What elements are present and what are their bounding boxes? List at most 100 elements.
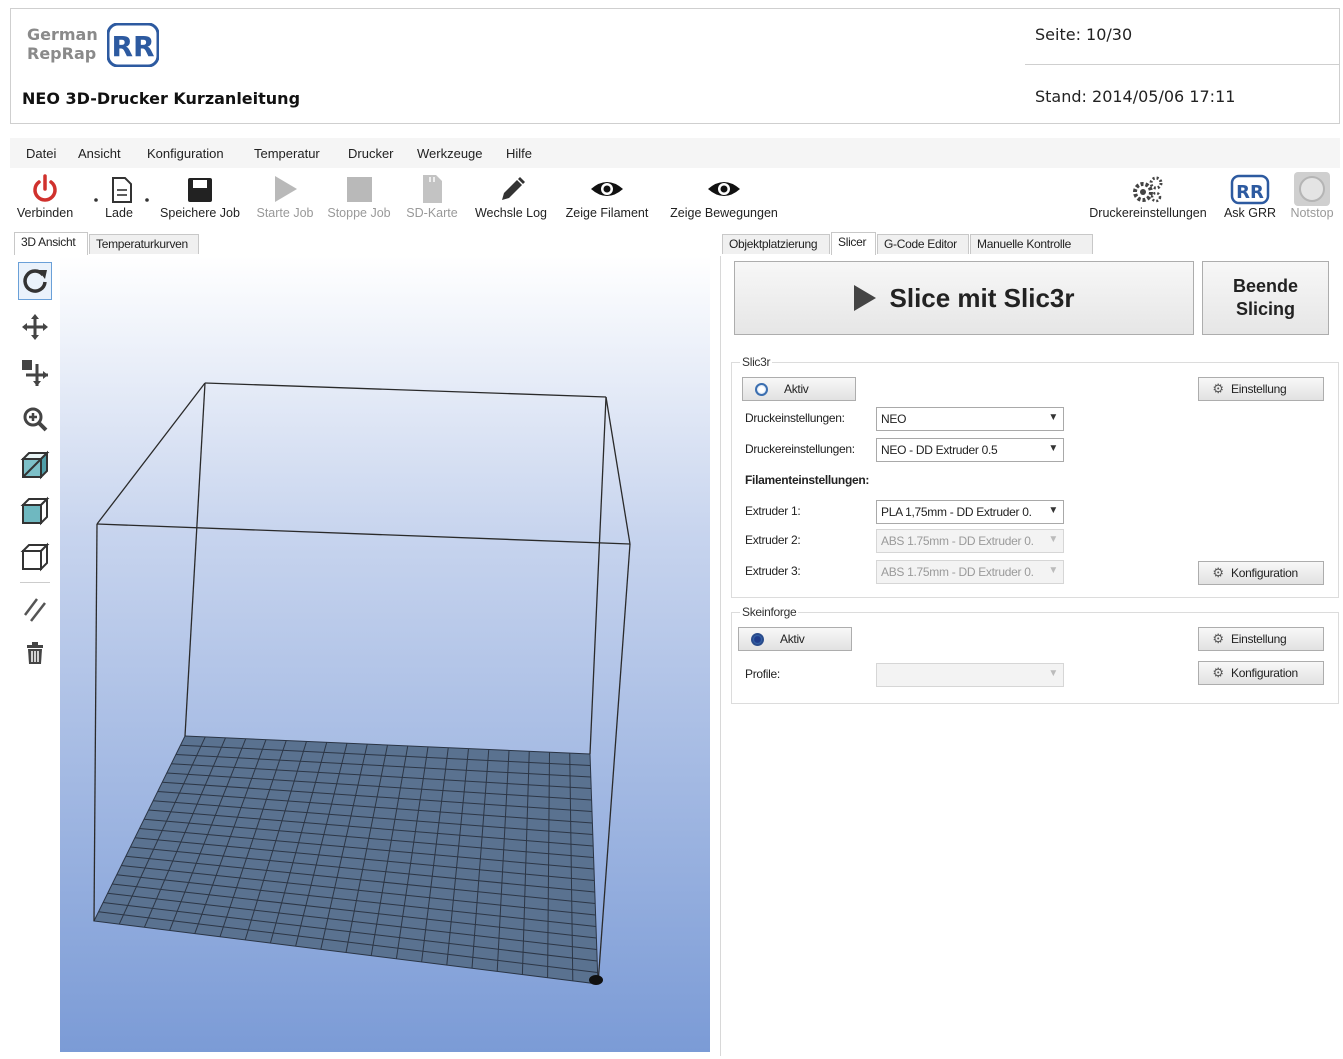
eye-icon: [708, 182, 740, 196]
load-button[interactable]: Lade: [84, 172, 154, 230]
svg-text:RR: RR: [1236, 182, 1264, 203]
show-moves-label: Zeige Bewegungen: [670, 206, 778, 220]
slic3r-active-radio[interactable]: Aktiv: [742, 377, 856, 401]
document-header: German RepRap RR NEO 3D-Drucker Kurzanle…: [10, 8, 1340, 124]
print-settings-label: Druckeinstellungen:: [745, 411, 845, 425]
skeinforge-active-radio[interactable]: Aktiv: [738, 627, 852, 651]
extruder3-label: Extruder 3:: [745, 564, 801, 578]
menu-ansicht[interactable]: Ansicht: [78, 146, 121, 161]
ask-grr-label: Ask GRR: [1223, 206, 1277, 220]
slice-with-slic3r-button[interactable]: Slice mit Slic3r: [734, 261, 1194, 335]
stop-slicing-button[interactable]: Beende Slicing: [1202, 261, 1329, 335]
grr-logo-icon: RR: [1230, 174, 1270, 205]
extruder2-value: ABS 1.75mm - DD Extruder 0.: [881, 534, 1034, 548]
filament-settings-heading: Filamenteinstellungen:: [745, 473, 870, 487]
rotate-icon: [23, 269, 47, 293]
emergency-stop-button[interactable]: Notstop: [1284, 172, 1340, 230]
extruder3-select[interactable]: ABS 1.75mm - DD Extruder 0. ▼: [876, 560, 1064, 584]
slic3r-group-title: Slic3r: [740, 355, 773, 369]
menu-drucker[interactable]: Drucker: [348, 146, 394, 161]
move-object-button[interactable]: [18, 354, 52, 392]
print-settings-value: NEO: [881, 412, 907, 426]
gear-icon: ⚙: [1212, 631, 1224, 646]
chevron-down-icon: ▼: [1048, 668, 1058, 679]
skeinforge-config-button[interactable]: ⚙ Konfiguration: [1198, 661, 1324, 685]
view-toolbar-divider: [20, 582, 50, 583]
slicer-panel: Slice mit Slic3r Beende Slicing Slic3r A…: [720, 256, 1340, 1056]
cube-front-icon: [20, 496, 50, 526]
slic3r-config-button[interactable]: ⚙ Konfiguration: [1198, 561, 1324, 585]
view-toolbar: [14, 256, 58, 1056]
menu-temperatur[interactable]: Temperatur: [254, 146, 320, 161]
printer-settings-label: Druckereinstellungen:: [745, 442, 855, 456]
tab-gcode-editor[interactable]: G-Code Editor: [877, 234, 969, 254]
start-job-label: Starte Job: [256, 206, 314, 220]
slic3r-config-label: Konfiguration: [1231, 566, 1298, 580]
tab-3d-view[interactable]: 3D Ansicht: [14, 232, 88, 255]
move-view-button[interactable]: [18, 308, 52, 346]
slic3r-settings-label: Einstellung: [1231, 382, 1287, 396]
save-job-label: Speichere Job: [160, 206, 240, 220]
stop-job-button[interactable]: Stoppe Job: [324, 172, 394, 230]
trash-icon: [27, 642, 43, 664]
document-date: Stand: 2014/05/06 17:11: [1035, 87, 1236, 106]
file-icon: [94, 177, 149, 203]
slic3r-settings-button[interactable]: ⚙ Einstellung: [1198, 377, 1324, 401]
zoom-button[interactable]: [18, 400, 52, 438]
menu-werkzeuge[interactable]: Werkzeuge: [417, 146, 483, 161]
reset-view-button[interactable]: [18, 262, 52, 300]
print-settings-select[interactable]: NEO ▼: [876, 407, 1064, 431]
skeinforge-group: Skeinforge Aktiv ⚙ Einstellung Profile: …: [731, 605, 1339, 704]
menu-datei[interactable]: Datei: [26, 146, 56, 161]
front-view-button[interactable]: [18, 492, 52, 530]
sd-card-label: SD-Karte: [406, 206, 458, 220]
ask-grr-button[interactable]: RR Ask GRR: [1220, 172, 1280, 230]
connect-button[interactable]: Verbinden: [12, 172, 78, 230]
tab-slicer[interactable]: Slicer: [831, 232, 876, 255]
gears-icon: ⚙: [1212, 565, 1224, 580]
menu-konfiguration[interactable]: Konfiguration: [147, 146, 224, 161]
sd-card-button[interactable]: SD-Karte: [402, 172, 462, 230]
slice-button-label: Slice mit Slic3r: [889, 282, 1075, 313]
toggle-log-button[interactable]: Wechsle Log: [468, 172, 554, 230]
top-view-button[interactable]: [18, 538, 52, 576]
skeinforge-active-label: Aktiv: [780, 632, 805, 646]
toolbar: Verbinden Lade Speichere Job Starte Job …: [10, 168, 1340, 232]
printer-settings-button[interactable]: Druckereinstellungen: [1080, 172, 1216, 230]
sd-card-icon: [423, 175, 442, 203]
extruder1-select[interactable]: PLA 1,75mm - DD Extruder 0. ▼: [876, 500, 1064, 524]
chevron-down-icon: ▼: [1048, 412, 1058, 423]
show-moves-button[interactable]: Zeige Bewegungen: [664, 172, 784, 230]
gears-icon: ⚙: [1212, 665, 1224, 680]
show-filament-button[interactable]: Zeige Filament: [560, 172, 654, 230]
skeinforge-settings-button[interactable]: ⚙ Einstellung: [1198, 627, 1324, 651]
stop-slicing-label-1: Beende: [1232, 276, 1299, 296]
isometric-view-button[interactable]: [18, 446, 52, 484]
parallel-projection-button[interactable]: [18, 590, 52, 628]
tab-object-placement[interactable]: Objektplatzierung: [722, 234, 830, 254]
extruder1-label: Extruder 1:: [745, 504, 801, 518]
delete-object-button[interactable]: [18, 634, 52, 672]
menu-hilfe[interactable]: Hilfe: [506, 146, 532, 161]
tab-manual-control[interactable]: Manuelle Kontrolle: [970, 234, 1093, 254]
print-volume: [93, 382, 631, 985]
move-object-icon: [22, 360, 48, 386]
radio-icon: [751, 632, 764, 646]
emergency-stop-icon: [1294, 172, 1330, 206]
toggle-log-label: Wechsle Log: [474, 206, 548, 220]
emergency-stop-label: Notstop: [1290, 206, 1334, 220]
printer-settings-select[interactable]: NEO - DD Extruder 0.5 ▼: [876, 438, 1064, 462]
3d-viewport[interactable]: [60, 256, 710, 1052]
page-number: Seite: 10/30: [1025, 25, 1339, 65]
chevron-down-icon: ▼: [1048, 505, 1058, 516]
start-job-button[interactable]: Starte Job: [252, 172, 318, 230]
cube-outline-icon: [20, 542, 50, 572]
save-job-button[interactable]: Speichere Job: [158, 172, 242, 230]
printer-settings-value: NEO - DD Extruder 0.5: [881, 443, 998, 457]
slic3r-active-label: Aktiv: [784, 382, 809, 396]
tab-temperature-curves[interactable]: Temperaturkurven: [89, 234, 199, 254]
eye-icon: [591, 182, 623, 196]
extruder2-select[interactable]: ABS 1.75mm - DD Extruder 0. ▼: [876, 529, 1064, 553]
profile-select[interactable]: ▼: [876, 663, 1064, 687]
gear-icon: ⚙: [1212, 381, 1224, 396]
